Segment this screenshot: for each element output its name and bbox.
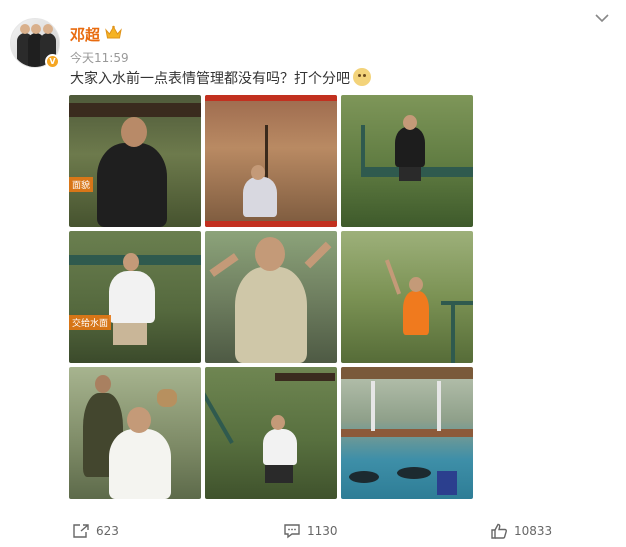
photo-9[interactable] [341,367,473,499]
chevron-down-icon[interactable] [595,13,609,23]
photo-4[interactable]: 交给水面 [69,231,201,363]
emoji-icon [353,68,371,86]
post-text: 大家入水前一点表情管理都没有吗？打个分吧 [70,68,371,88]
author-name[interactable]: 邓超 [70,24,100,45]
crown-icon[interactable] [105,25,122,40]
comment-button[interactable]: 1130 [283,523,338,539]
like-button[interactable]: 10833 [490,523,552,539]
action-bar: 623 1130 10833 [0,521,626,541]
share-count: 623 [96,524,119,538]
photo-caption: 交给水面 [69,315,112,330]
like-count: 10833 [514,524,553,538]
photo-6[interactable] [341,231,473,363]
photo-caption: 面貌 [69,177,94,192]
post-text-content: 大家入水前一点表情管理都没有吗？打个分吧 [70,71,350,87]
comment-icon [284,524,300,539]
verified-badge-icon: V [45,54,60,69]
photo-1[interactable]: 面貌 [69,95,201,227]
photo-3[interactable] [341,95,473,227]
photo-2[interactable] [205,95,337,227]
photo-7[interactable] [69,367,201,499]
share-icon [73,524,89,538]
photo-5[interactable] [205,231,337,363]
share-button[interactable]: 623 [72,523,119,539]
post-time[interactable]: 今天11:59 [70,49,129,66]
photo-8[interactable] [205,367,337,499]
like-icon [491,523,507,539]
comment-count: 1130 [307,524,338,538]
